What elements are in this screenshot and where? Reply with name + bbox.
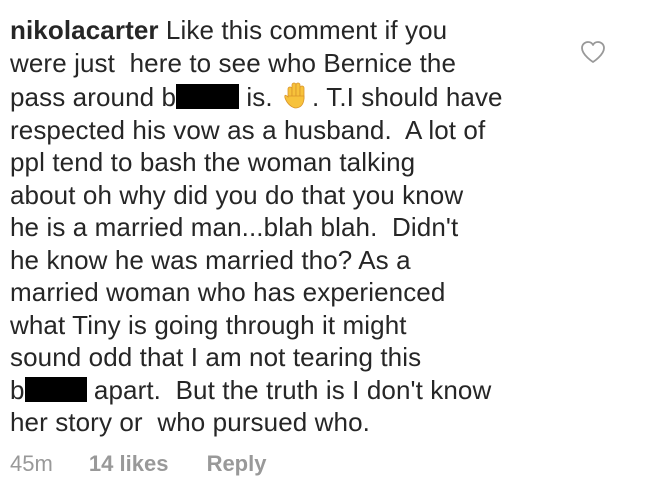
comment-line-3: pass around b is. . T.I should have	[10, 79, 570, 114]
comment-line-7: he is a married man...blah blah. Didn't	[10, 212, 459, 242]
comment-line-11: sound odd that I am not tearing this	[10, 342, 422, 372]
likes-count-link[interactable]: 14 likes	[89, 450, 169, 478]
comment-text: Like this comment if you	[158, 15, 448, 45]
comment-line-9: married woman who has experienced	[10, 277, 446, 307]
comment-line-4: respected his vow as a husband. A lot of	[10, 114, 486, 145]
comment-line-10: what Tiny is going through it might	[10, 309, 407, 340]
comment-line-2: were just here to see who Bernice the	[10, 47, 457, 78]
comment-timestamp: 45m	[10, 451, 53, 476]
raised-hand-emoji-icon	[284, 82, 305, 109]
comment-text: . T.I should have	[312, 82, 503, 112]
comment-text: pass around b	[10, 82, 177, 112]
comment-username[interactable]: nikolacarter	[10, 15, 159, 45]
redaction-block	[176, 84, 240, 109]
comment-line-12: b apart. But the truth is I don't know	[10, 374, 570, 407]
comment-meta: 45m 14 likes Reply	[10, 450, 266, 478]
heart-outline-icon[interactable]	[580, 40, 606, 64]
comment-body: nikolacarter Like this comment if you we…	[10, 14, 570, 439]
comment-text: is.	[239, 82, 281, 112]
redaction-block	[24, 376, 87, 402]
comment-line-6: about oh why did you do that you know	[10, 179, 464, 210]
comment-line-13: her story or who pursued who.	[10, 407, 370, 437]
comment-line-8: he know he was married tho? As a	[10, 244, 411, 275]
comment-line-1: nikolacarter Like this comment if you	[10, 14, 570, 47]
comment-line-5: ppl tend to bash the woman talking	[10, 147, 416, 177]
reply-button[interactable]: Reply	[207, 450, 267, 478]
comment-text: apart. But the truth is I don't know	[86, 374, 492, 405]
comment-text: b	[10, 374, 25, 405]
